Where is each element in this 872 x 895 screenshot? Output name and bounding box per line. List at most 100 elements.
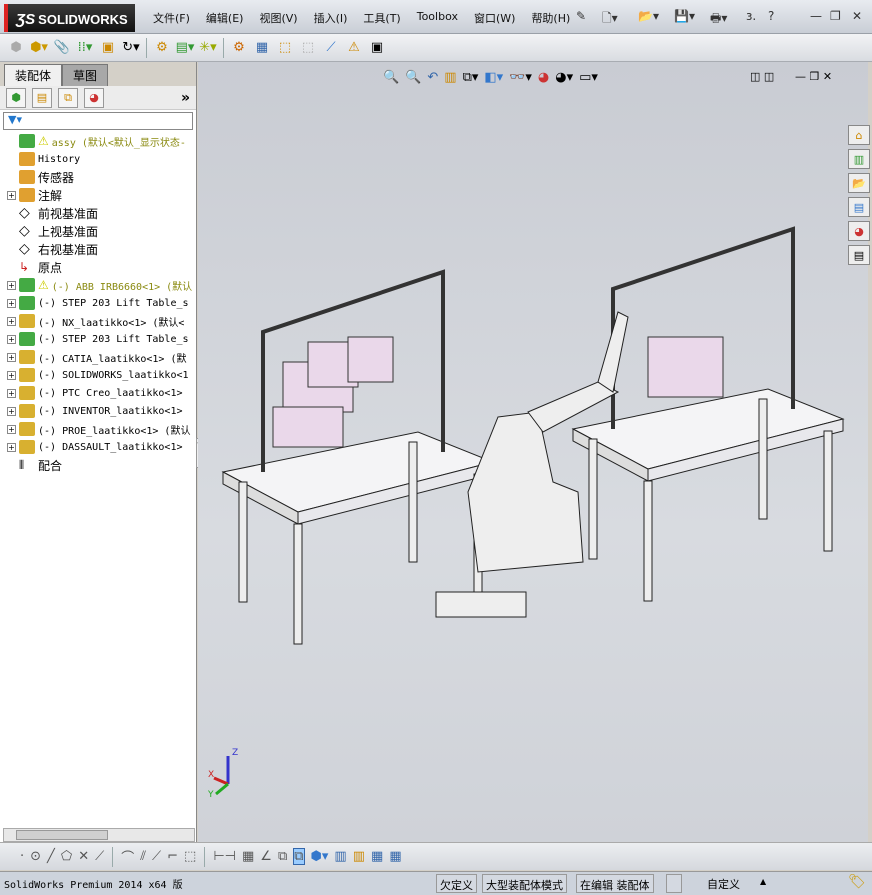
expand-icon[interactable]: + [7,406,16,416]
new-part-icon[interactable]: ⬢▾ [29,38,49,58]
tree-item[interactable]: History [0,150,196,168]
tree-item[interactable]: + (-) STEP 203 Lift Table_s [0,330,196,348]
tree-item[interactable]: + (-) STEP 203 Lift Table_s [0,294,196,312]
new-motion-study-icon[interactable]: ⚙ [229,38,249,58]
units-arrow-icon[interactable]: ▲ [760,877,766,886]
custom-properties-icon[interactable]: ▤ [848,245,870,265]
interference-detection-icon[interactable]: ⟋ [321,38,341,58]
menu-edit[interactable]: 编辑(E) [198,10,252,26]
tree-item[interactable]: + (-) CATIA_laatikko<1> (默 [0,348,196,366]
mate-icon[interactable]: 📎 [52,38,72,58]
expand-icon[interactable]: + [7,298,16,308]
sketch-fillet-icon[interactable]: ⌒ [121,847,134,866]
tree-filter[interactable]: ▼▾ [3,112,193,130]
menu-window[interactable]: 窗口(W) [466,10,523,26]
assembly-features-icon[interactable]: ▤▾ [175,38,195,58]
smart-fasteners-icon[interactable]: ▣ [98,38,118,58]
reference-geometry-icon[interactable]: ✳▾ [198,38,218,58]
file-explorer-icon[interactable]: 📂 [848,173,870,193]
line-icon[interactable]: ╱ [47,849,55,864]
expand-icon[interactable]: + [7,424,16,434]
appearances-scenes-icon[interactable]: ◕ [848,221,870,241]
display-manager-icon[interactable]: ◕ [84,87,104,108]
print-icon[interactable]: 🖶▾ [710,9,727,30]
tree-item[interactable]: 传感器 [0,168,196,186]
explode-line-sketch-icon[interactable]: ⬚ [298,38,318,58]
tree-item[interactable]: + (-) NX_laatikko<1> (默认< [0,312,196,330]
tree-item[interactable]: ⚠ assy (默认<默认_显示状态- [0,132,196,150]
minimize-button[interactable]: — [810,9,822,23]
display-style-icon[interactable]: ⬢▾ [311,849,329,864]
extend-icon[interactable]: ⟋ [95,849,104,864]
help-button[interactable]: ? [768,9,774,23]
expand-icon[interactable]: + [7,190,16,200]
tree-item[interactable]: + (-) DASSAULT_laatikko<1> [0,438,196,456]
show-hidden-icon[interactable]: ⚙ [152,38,172,58]
menu-help[interactable]: 帮助(H) [523,10,578,26]
tree-item[interactable]: ◇ 右视基准面 [0,240,196,258]
tab-assembly[interactable]: 装配体 [4,64,63,86]
expand-icon[interactable]: + [7,442,16,452]
tree-item[interactable]: ⫴ 配合 [0,456,196,474]
convert-entities-icon[interactable]: ⟋ [152,849,161,864]
tree-item[interactable]: + (-) PTC Creo_laatikko<1> [0,384,196,402]
save-icon[interactable]: 💾▾ [674,9,695,23]
tree-item[interactable]: + 注解 [0,186,196,204]
trim-icon[interactable]: ✕ [78,849,89,864]
assembly-icon[interactable]: ▥ [334,849,346,864]
angle-icon[interactable]: ∠ [260,849,272,864]
exploded-view-icon[interactable]: ▥ [353,849,365,864]
exploded-view-icon[interactable]: ⬚ [275,38,295,58]
menu-view[interactable]: 视图(V) [251,10,305,26]
tree-item[interactable]: + (-) PROE_laatikko<1> (默认 [0,420,196,438]
circle-icon[interactable]: ⊙ [30,849,41,864]
feature-manager-icon[interactable]: ⬢ [6,87,26,108]
grid-icon[interactable]: ▦ [242,849,254,864]
menu-file[interactable]: 文件(F) [145,10,198,26]
expand-icon[interactable]: + [7,388,16,398]
open-icon[interactable]: 📂▾ [638,9,659,23]
center-rectangle-icon[interactable]: ⬚ [184,849,196,864]
expand-icon[interactable]: + [7,280,16,290]
polygon-icon[interactable]: ⬠ [61,849,72,864]
linear-pattern-icon[interactable]: ⁞⁞▾ [75,38,95,58]
menu-toolbox[interactable]: Toolbox [409,10,466,26]
shaded-box-icon[interactable]: ⧉ [293,848,305,865]
expand-icon[interactable]: + [7,316,16,326]
more-icon[interactable]: з. [746,9,756,23]
expand-icon[interactable]: + [7,370,16,380]
menu-insert[interactable]: 插入(I) [306,10,356,26]
expand-icon[interactable]: + [7,352,16,362]
property-manager-icon[interactable]: ▤ [32,87,52,108]
view-palette-icon[interactable]: ▤ [848,197,870,217]
expand-panel-button[interactable]: » [181,90,190,106]
horizontal-scrollbar[interactable] [3,828,195,842]
point-icon[interactable]: · [20,849,24,864]
assembly-model[interactable] [198,62,868,842]
smart-dimension-icon[interactable]: ⊢⊣ [213,849,236,864]
tree-item[interactable]: ↳ 原点 [0,258,196,276]
insert-component-icon[interactable]: ⬢ [6,38,26,58]
close-button[interactable]: ✕ [852,9,862,23]
new-document-icon[interactable]: 🗋▾ [602,9,618,30]
rebuild-tag-icon[interactable]: 🏷 [848,874,866,890]
move-component-icon[interactable]: ↻▾ [121,38,141,58]
offset-icon[interactable]: ⫽ [140,849,146,864]
graphics-area[interactable]: 🔍 🔍 ↶ ▥ ⧉▾ ◧▾ 👓▾ ◕ ◕▾ ▭▾ ◫ ◫ — ❐ ✕ Z X Y [198,62,868,842]
pin-icon[interactable]: ✎ [576,9,586,23]
corner-rectangle-icon[interactable]: ⌐ [167,849,178,864]
instant3d-icon[interactable]: ▣ [367,38,387,58]
tree-item[interactable]: + ⚠ (-) ABB IRB6660<1> (默认 [0,276,196,294]
tree-item[interactable]: + (-) INVENTOR_laatikko<1> [0,402,196,420]
tree-item[interactable]: + (-) SOLIDWORKS_laatikko<1 [0,366,196,384]
design-library-icon[interactable]: ▥ [848,149,870,169]
solidworks-logo[interactable]: ƷS SOLIDWORKS [4,4,135,32]
solidworks-resources-icon[interactable]: ⌂ [848,125,870,145]
restore-button[interactable]: ❐ [830,9,841,23]
tree-item[interactable]: ◇ 前视基准面 [0,204,196,222]
clearance-verification-icon[interactable]: ⚠ [344,38,364,58]
layout-icon[interactable]: ▦ [389,849,401,864]
scrollbar-thumb[interactable] [16,830,108,840]
tab-sketch[interactable]: 草图 [62,64,109,86]
units-selector[interactable]: 自定义 [707,876,740,892]
